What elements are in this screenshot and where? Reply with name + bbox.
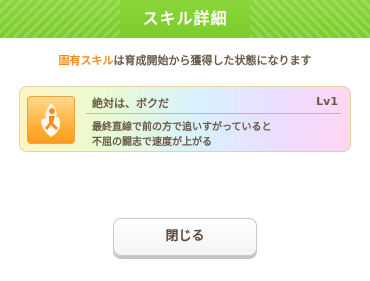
- skill-name: 絶対は、ボクだ: [92, 97, 169, 110]
- unique-skill-label: 固有スキル: [58, 54, 114, 67]
- running-figure-icon: [27, 96, 75, 144]
- dialog-header: スキル詳細: [0, 0, 370, 38]
- skill-divider: [86, 113, 341, 114]
- skill-description-line-1: 最終直線で前の方で追いすがっていると: [92, 122, 272, 133]
- skill-detail-dialog: スキル詳細 固有スキルは育成開始から獲得した状態になります 絶対は、ボクだ Lv…: [0, 0, 370, 281]
- skill-description-line-2: 不屈の闘志で速度が上がる: [92, 137, 212, 148]
- notice-text: は育成開始から獲得した状態になります: [113, 54, 312, 67]
- skill-description: 最終直線で前の方で追いすがっていると 不屈の闘志で速度が上がる: [92, 120, 342, 150]
- close-button[interactable]: 閉じる: [113, 218, 257, 256]
- skill-card: 絶対は、ボクだ Lv1 最終直線で前の方で追いすがっていると 不屈の闘志で速度が…: [19, 86, 351, 152]
- skill-level: Lv1: [316, 95, 338, 108]
- dialog-title: スキル詳細: [142, 9, 228, 28]
- unique-skill-notice: 固有スキルは育成開始から獲得した状態になります: [0, 52, 370, 68]
